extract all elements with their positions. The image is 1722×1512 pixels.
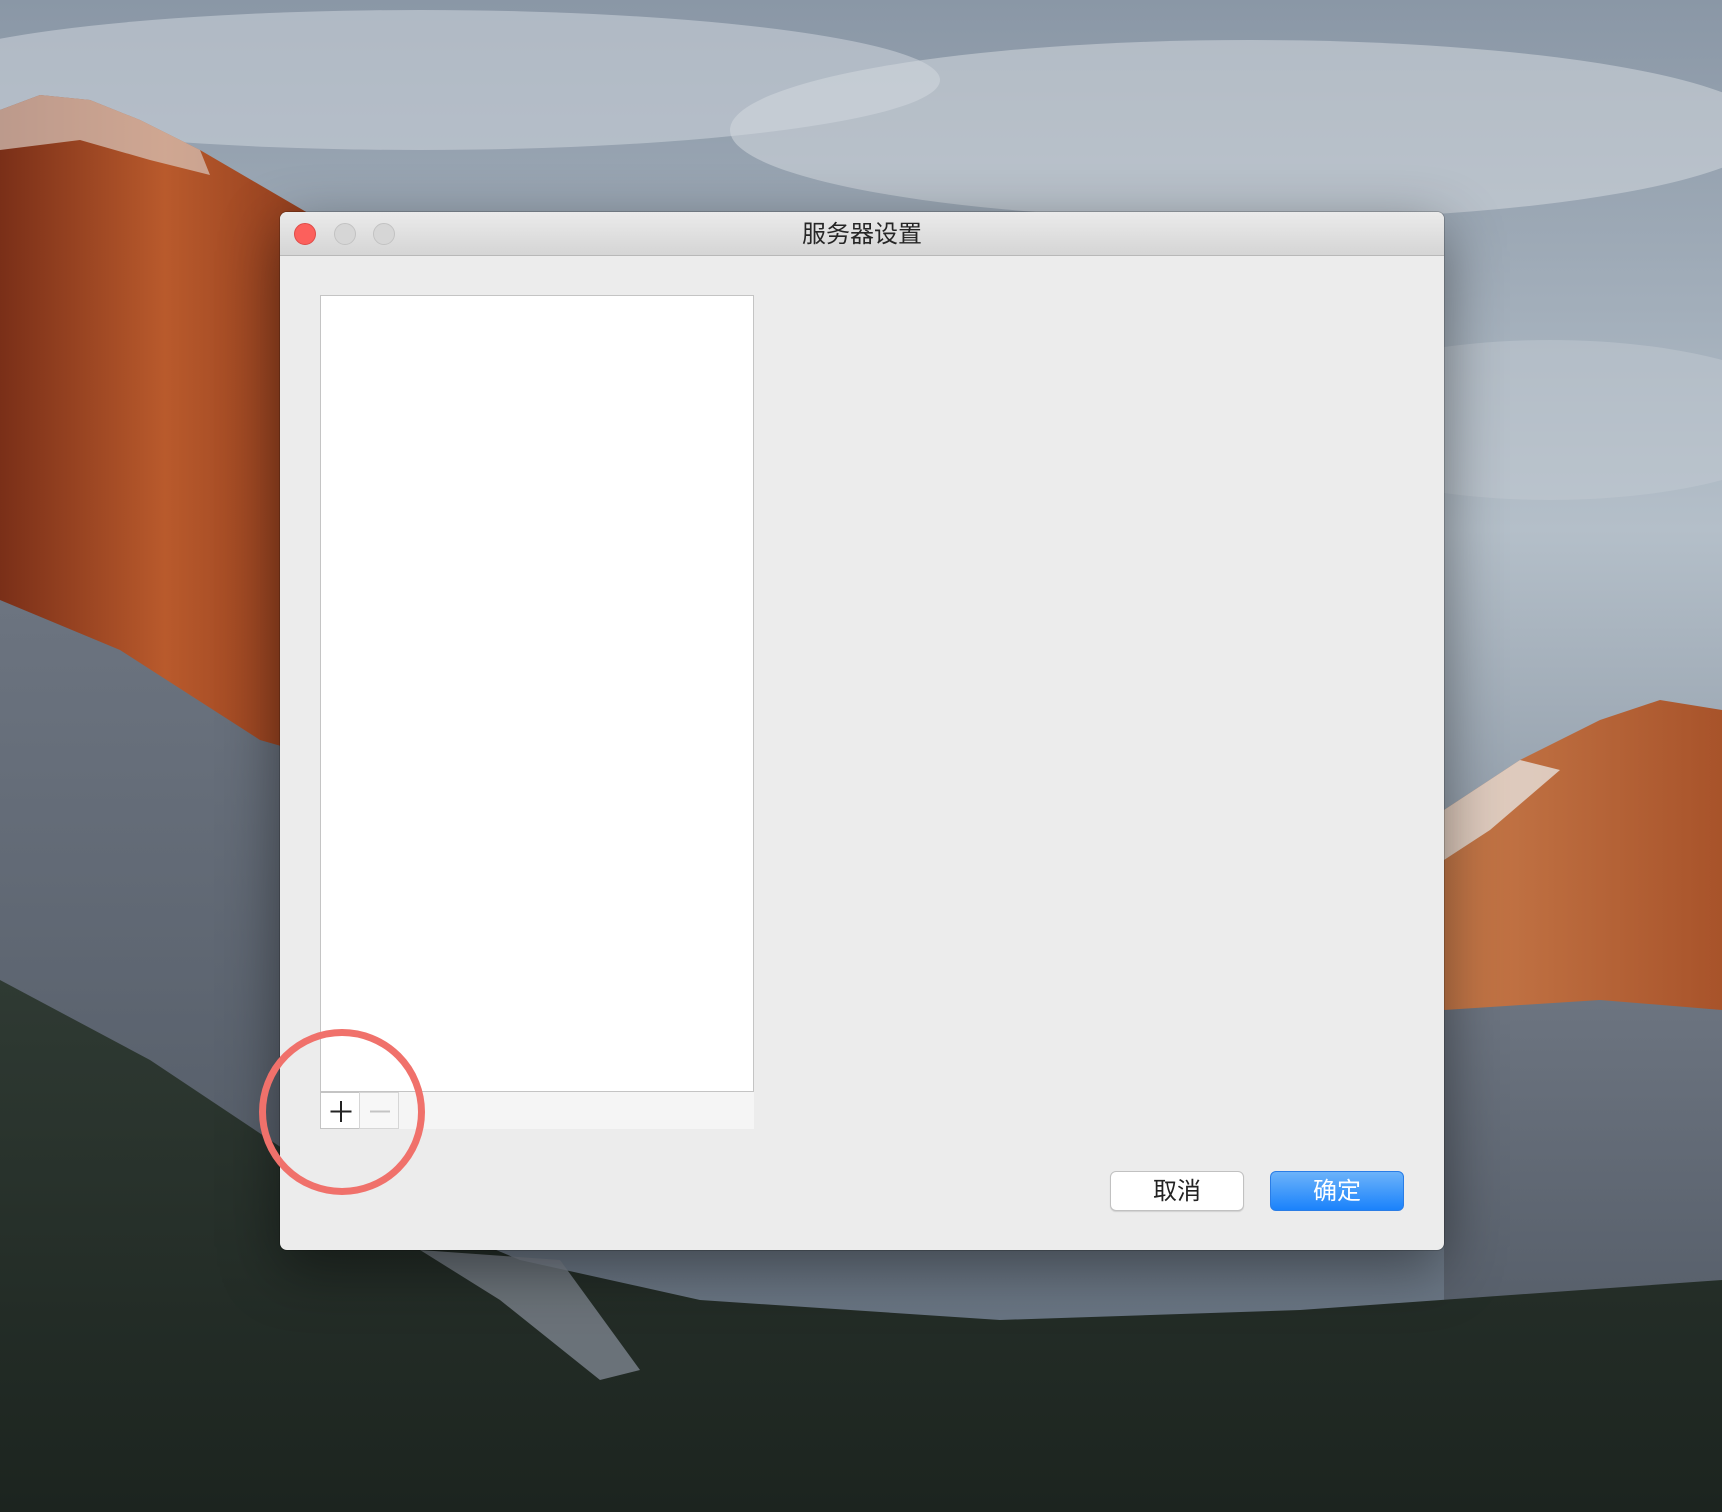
server-list[interactable] <box>320 295 754 1092</box>
cancel-button[interactable]: 取消 <box>1110 1171 1244 1211</box>
ok-button[interactable]: 确定 <box>1270 1171 1404 1211</box>
window-titlebar[interactable]: 服务器设置 <box>280 212 1444 256</box>
server-settings-window: 服务器设置 取消 确定 <box>280 212 1444 1250</box>
window-title: 服务器设置 <box>802 220 922 248</box>
highlight-annotation-circle <box>259 1029 425 1195</box>
desktop: 服务器设置 取消 确定 <box>0 0 1722 1512</box>
